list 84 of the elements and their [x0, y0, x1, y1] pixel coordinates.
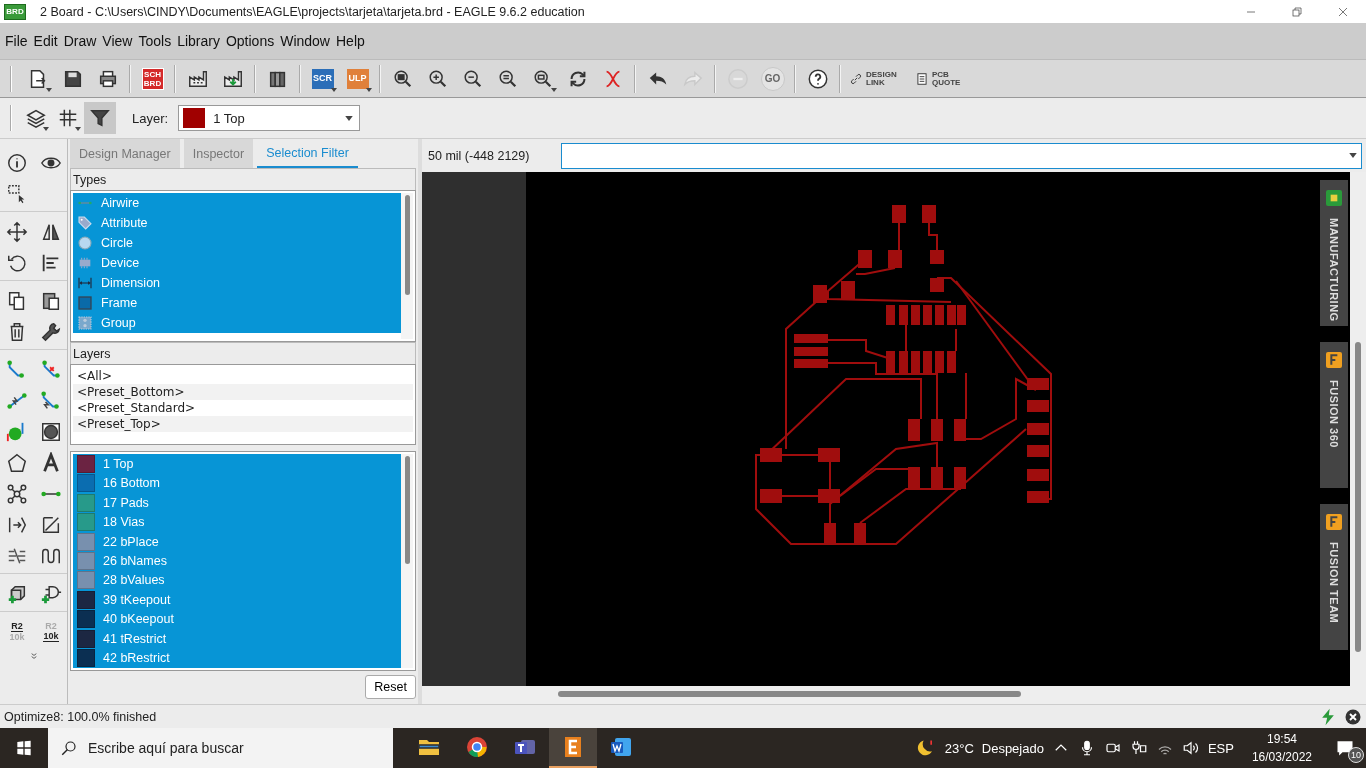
wrench-icon[interactable]: [40, 320, 62, 343]
hole-icon[interactable]: [40, 420, 62, 443]
schematic-board-switch-button[interactable]: SCH BRD: [141, 67, 164, 90]
text-icon[interactable]: [40, 451, 62, 474]
browser-icon: [465, 735, 489, 759]
chip-icon: [1326, 190, 1342, 206]
input-language[interactable]: ESP: [1207, 740, 1234, 756]
window-title: 2 Board - C:\Users\CINDY\Documents\EAGLE\projects\tarjeta\tarjeta.brd - EAGLE 9.6.2 education: [40, 4, 586, 19]
group-icon: [77, 315, 93, 331]
ripup-icon[interactable]: [40, 358, 62, 381]
preset-list-item[interactable]: <Preset_Standard>: [73, 400, 413, 416]
scrollbar-thumb[interactable]: [1355, 342, 1361, 652]
weather-text[interactable]: Despejado: [981, 740, 1044, 756]
menu-item[interactable]: Edit: [30, 33, 61, 49]
script-button[interactable]: SCR: [311, 68, 334, 89]
side-panel-tab[interactable]: FUSION TEAM: [1320, 504, 1348, 650]
name-value-button[interactable]: R2 10k: [43, 621, 59, 642]
polygon-icon[interactable]: [6, 451, 28, 474]
airwire-icon: [77, 200, 93, 206]
caret-icon: [331, 87, 337, 92]
stop-icon[interactable]: [1344, 707, 1362, 726]
dropdown-arrow-icon: [345, 115, 354, 121]
menu-item[interactable]: Window: [277, 33, 333, 49]
preset-list-item[interactable]: <Preset_Top>: [73, 416, 413, 432]
info-icon[interactable]: [6, 151, 28, 174]
notification-count: 10: [1348, 747, 1364, 763]
side-panel-tab[interactable]: FUSION 360: [1320, 342, 1348, 488]
windows-logo-icon[interactable]: [16, 740, 32, 756]
tag-icon: [77, 215, 93, 231]
layer-dropdown[interactable]: 1 Top: [178, 105, 361, 131]
scrollbar-thumb[interactable]: [404, 456, 410, 564]
app-icon: BRD: [4, 3, 26, 20]
net-icon[interactable]: [6, 482, 28, 505]
side-panel-tab[interactable]: MANUFACTURING: [1320, 180, 1348, 326]
layer-label: Layer:: [132, 110, 169, 126]
pcb-quote-button[interactable]: PCB QUOTE: [915, 70, 973, 87]
menu-item[interactable]: File: [2, 33, 31, 49]
help-icon[interactable]: [806, 67, 829, 90]
search-field[interactable]: Escribe aquí para buscar: [48, 728, 393, 768]
menu-item[interactable]: Tools: [135, 33, 175, 49]
link-icon: [849, 71, 863, 86]
chip-icon: [77, 255, 93, 271]
menu-item[interactable]: Library: [174, 33, 223, 49]
document-icon: [915, 71, 929, 86]
layer-dropdown-value: 1 Top: [213, 110, 246, 126]
menu-item[interactable]: Options: [222, 33, 278, 49]
command-field[interactable]: [561, 142, 1362, 169]
fusion-logo-icon: [1326, 514, 1342, 530]
temperature[interactable]: 23°C: [944, 740, 974, 756]
caret-icon: [43, 127, 49, 131]
scrollbar-thumb[interactable]: [558, 691, 1021, 697]
filter-icon[interactable]: [89, 107, 111, 129]
document-app-icon: [609, 735, 633, 759]
volume-icon[interactable]: [1181, 739, 1200, 757]
caret-icon: [366, 87, 372, 92]
clock-time[interactable]: 19:54: [1266, 730, 1297, 748]
preset-list-item[interactable]: <Preset_Bottom>: [73, 384, 413, 400]
go-button: GO: [760, 66, 785, 91]
clock-date[interactable]: 16/03/2022: [1251, 748, 1312, 766]
frame-icon: [77, 295, 93, 311]
caret-icon: [551, 87, 557, 92]
dimension-icon: [77, 275, 93, 291]
scrollbar-thumb[interactable]: [404, 195, 410, 295]
layers-icon[interactable]: [25, 107, 47, 129]
menu-item[interactable]: Draw: [60, 33, 100, 49]
menu-item[interactable]: Help: [333, 33, 368, 49]
name-value-button[interactable]: R2 10k: [9, 621, 25, 642]
cursor-coordinates: 50 mil (-448 2129): [428, 148, 530, 163]
preset-list-item[interactable]: <All>: [73, 368, 413, 384]
reset-button[interactable]: Reset: [365, 675, 416, 699]
status-message: Optimize8: 100.0% finished: [4, 709, 158, 724]
battery-plug-icon[interactable]: [1129, 739, 1148, 757]
dropdown-arrow-icon: [1349, 153, 1357, 158]
caret-icon: [75, 127, 81, 131]
grid-icon[interactable]: [57, 107, 79, 129]
taskbar-app-button[interactable]: [549, 728, 597, 768]
design-link-button[interactable]: DESIGN LINK: [849, 70, 907, 87]
circle-icon: [77, 235, 93, 251]
caret-icon: [46, 87, 52, 92]
move-icon[interactable]: [6, 220, 28, 243]
search-icon: [60, 739, 78, 757]
menu-item[interactable]: View: [99, 33, 136, 49]
fusion-logo-icon: [1326, 352, 1342, 368]
multi-route-icon[interactable]: [40, 389, 62, 412]
